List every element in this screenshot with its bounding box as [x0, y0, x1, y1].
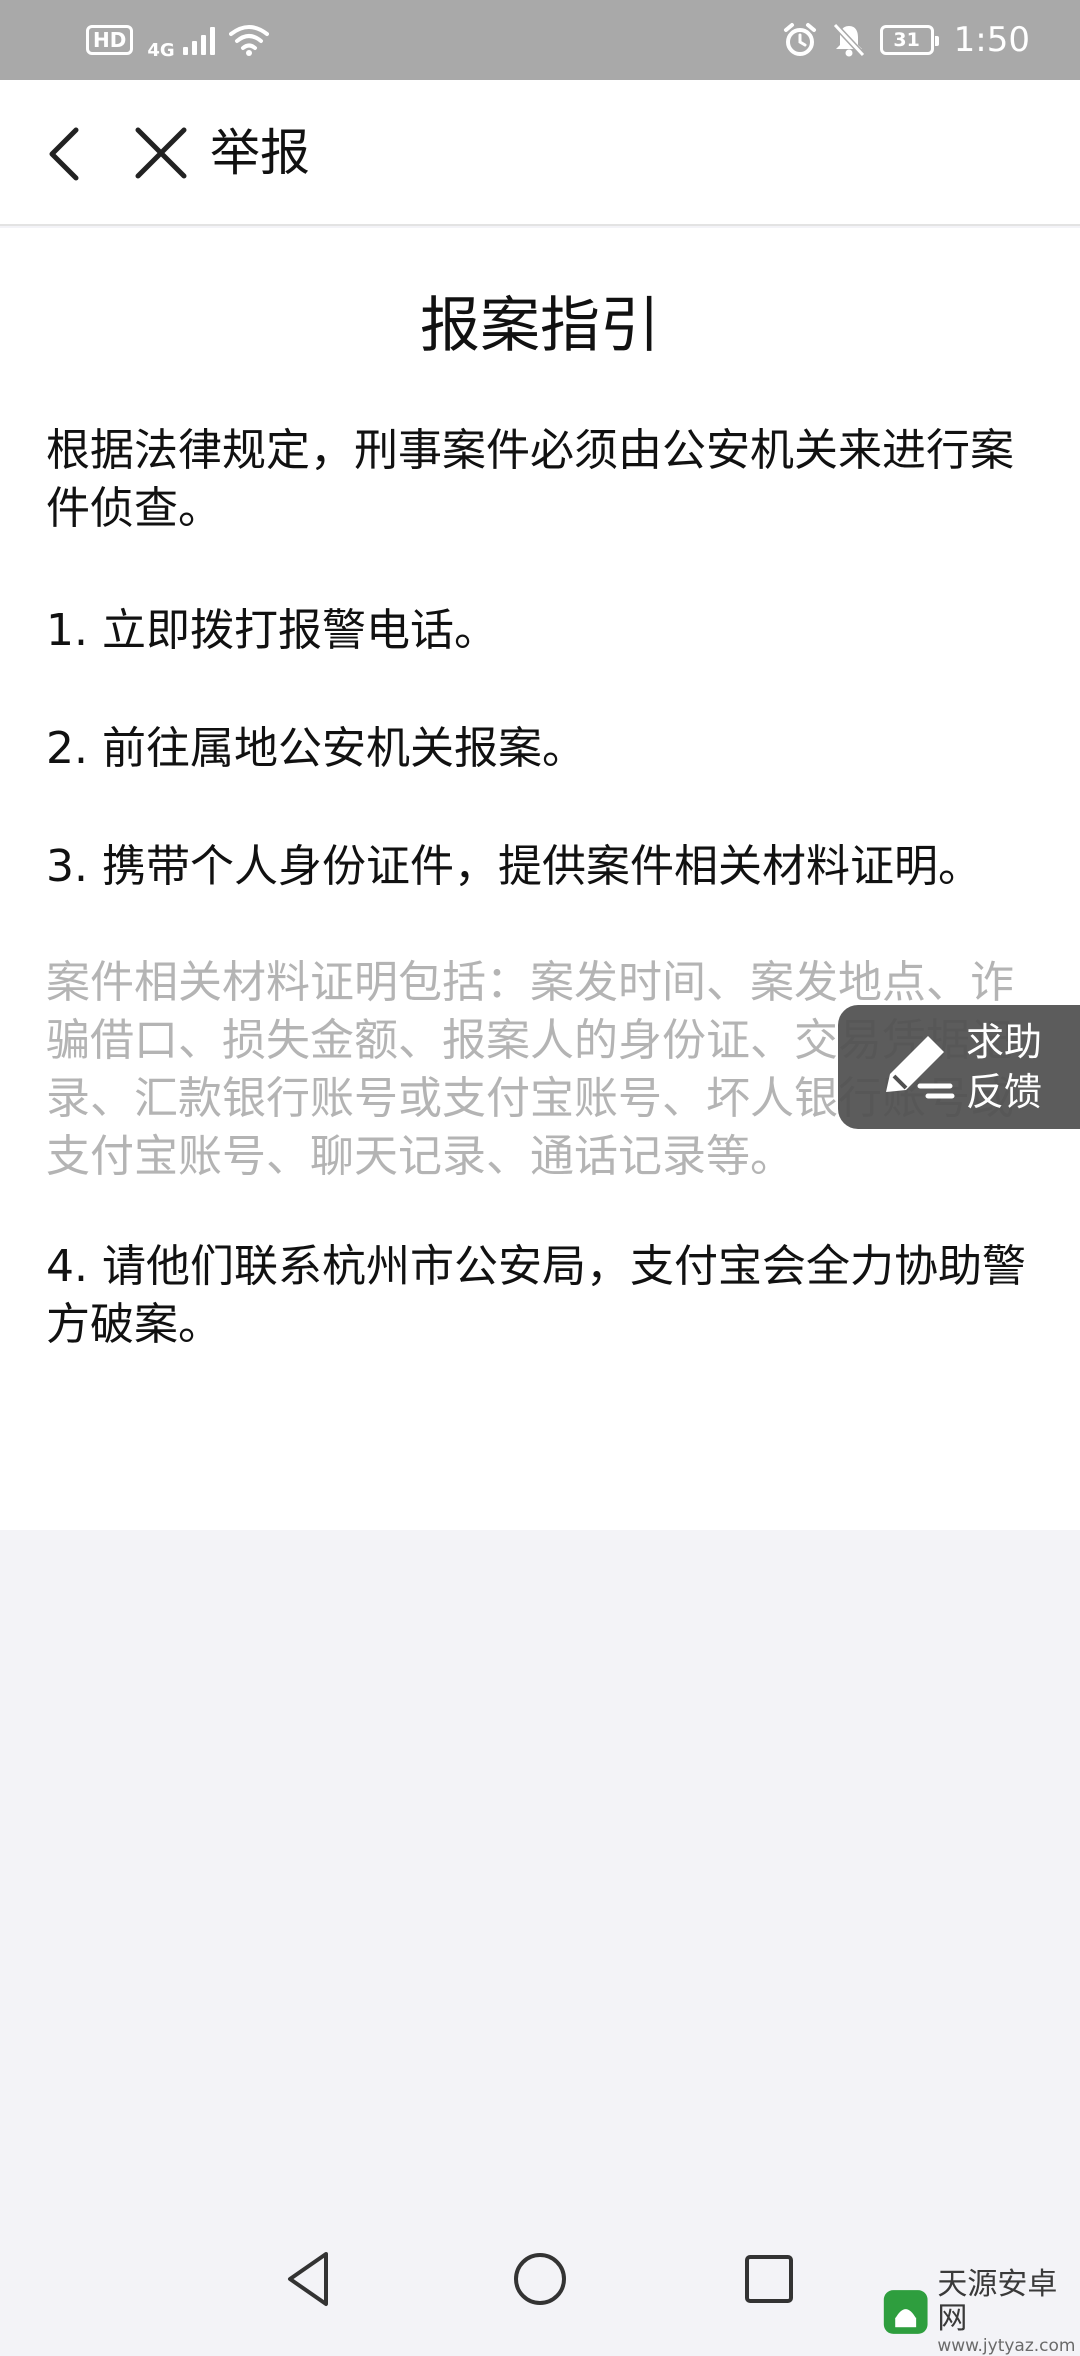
nav-bar: 举报	[0, 80, 1080, 226]
status-right: 31 1:50	[782, 20, 1030, 60]
wifi-icon	[228, 25, 269, 56]
hd-badge: HD	[86, 25, 134, 55]
help-feedback-label: 求助 反馈	[966, 1017, 1042, 1117]
help-label: 求助	[966, 1020, 1043, 1064]
signal-icon	[182, 25, 215, 55]
close-icon[interactable]	[132, 124, 190, 182]
watermark-url: www.jytyaz.com	[937, 2336, 1076, 2356]
android-logo-icon	[883, 2290, 928, 2334]
back-icon[interactable]	[44, 124, 84, 184]
battery-icon: 31	[879, 25, 939, 55]
watermark: 天源安卓网 www.jytyaz.com	[880, 2268, 1080, 2356]
step-3: 3. 携带个人身份证件，提供案件相关材料证明。	[46, 841, 982, 892]
battery-level: 31	[893, 29, 920, 51]
report-guide-content: 报案指引 根据法律规定，刑事案件必须由公安机关来进行案件侦查。 1. 立即拨打报…	[0, 228, 1080, 1530]
step-2: 2. 前往属地公安机关报案。	[46, 723, 586, 774]
home-circle-icon[interactable]	[507, 2246, 573, 2312]
recents-square-icon[interactable]	[736, 2246, 802, 2312]
network-type: 4G	[147, 39, 175, 61]
step-1: 1. 立即拨打报警电话。	[46, 605, 498, 656]
status-time: 1:50	[953, 20, 1030, 60]
back-triangle-icon[interactable]	[276, 2246, 342, 2312]
guide-title: 报案指引	[420, 291, 660, 361]
feedback-label: 反馈	[966, 1070, 1043, 1114]
alarm-icon	[783, 23, 816, 56]
pencil-icon	[886, 1036, 955, 1099]
status-left: HD 4G	[86, 20, 269, 61]
step-4: 4. 请他们联系杭州市公安局，支付宝会全力协助警方破案。	[46, 1241, 1026, 1350]
page-title: 举报	[210, 124, 310, 182]
status-bar: HD 4G 31 1:50	[0, 0, 1080, 80]
intro-text: 根据法律规定，刑事案件必须由公安机关来进行案件侦查。	[46, 425, 1014, 534]
mute-icon	[832, 22, 865, 58]
help-feedback-button[interactable]: 求助 反馈	[838, 1005, 1080, 1129]
watermark-text: 天源安卓网	[937, 2267, 1058, 2336]
